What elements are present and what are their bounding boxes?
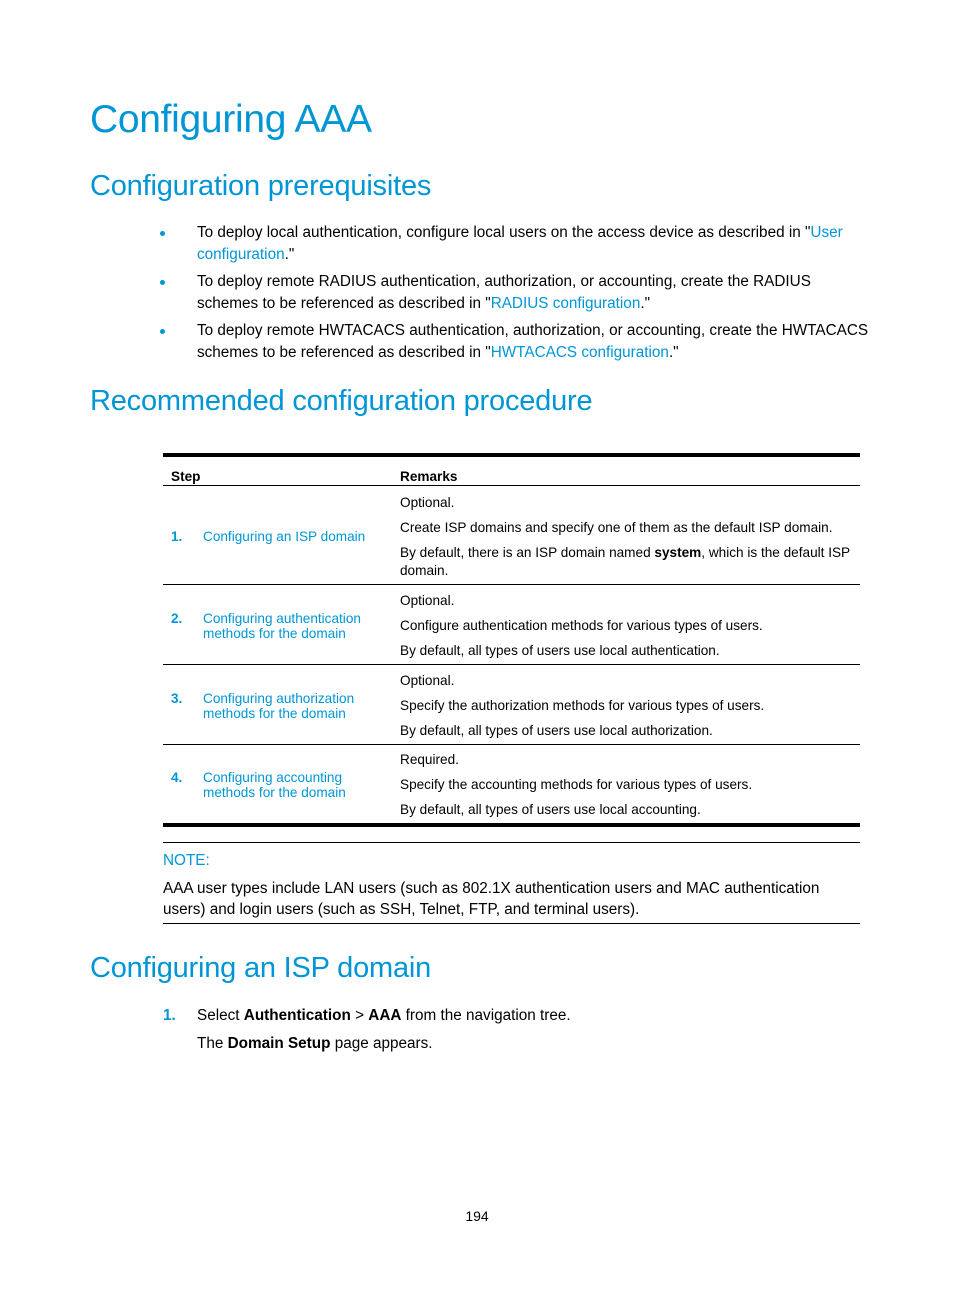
table-row: 2. Configuring authentication methods for… [163, 585, 860, 665]
step-number: 1. [171, 529, 183, 544]
link-radius-configuration[interactable]: RADIUS configuration [491, 295, 641, 312]
list-item: To deploy remote HWTACACS authentication… [160, 320, 870, 363]
bullet-icon [160, 329, 165, 334]
table-row: 3. Configuring authorization methods for … [163, 665, 860, 745]
table-row: 1. Configuring an ISP domain Optional. Cr… [163, 486, 860, 585]
list-item: To deploy remote RADIUS authentication, … [160, 271, 870, 314]
prerequisites-list: To deploy local authentication, configur… [160, 222, 870, 369]
page-title: Configuring AAA [90, 98, 372, 141]
note-label: NOTE: [163, 852, 210, 869]
procedure-step: 1. Select Authentication > AAA from the … [163, 1005, 571, 1027]
note-text: AAA user types include LAN users (such a… [163, 879, 820, 919]
heading-prerequisites: Configuration prerequisites [90, 170, 432, 202]
heading-recommended-procedure: Recommended configuration procedure [90, 385, 593, 417]
procedure-table: Step Remarks 1. Configuring an ISP domain… [163, 453, 860, 827]
page-number: 194 [465, 1208, 489, 1224]
link-configuring-isp-domain[interactable]: Configuring an ISP domain [203, 529, 365, 544]
link-configuring-accounting[interactable]: Configuring accounting methods for the d… [203, 770, 384, 800]
table-row: 4. Configuring accounting methods for the… [163, 745, 860, 825]
column-header-step: Step [163, 453, 392, 486]
link-configuring-authentication[interactable]: Configuring authentication methods for t… [203, 611, 384, 641]
note-box: NOTE: AAA user types include LAN users (… [163, 842, 860, 924]
list-item: To deploy local authentication, configur… [160, 222, 870, 265]
link-hwtacacs-configuration[interactable]: HWTACACS configuration [491, 344, 669, 361]
step-number: 2. [171, 611, 183, 626]
step-number: 1. [163, 1007, 176, 1024]
heading-configuring-isp-domain: Configuring an ISP domain [90, 952, 432, 984]
step-number: 4. [171, 770, 183, 786]
table-header-row: Step Remarks [163, 453, 860, 486]
bullet-icon [160, 280, 165, 285]
link-configuring-authorization[interactable]: Configuring authorization methods for th… [203, 691, 384, 721]
procedure-step-result: The Domain Setup page appears. [197, 1034, 433, 1052]
procedure-steps: 1. Select Authentication > AAA from the … [163, 1005, 571, 1054]
bullet-icon [160, 231, 165, 236]
column-header-remarks: Remarks [392, 453, 860, 486]
step-number: 3. [171, 691, 183, 706]
